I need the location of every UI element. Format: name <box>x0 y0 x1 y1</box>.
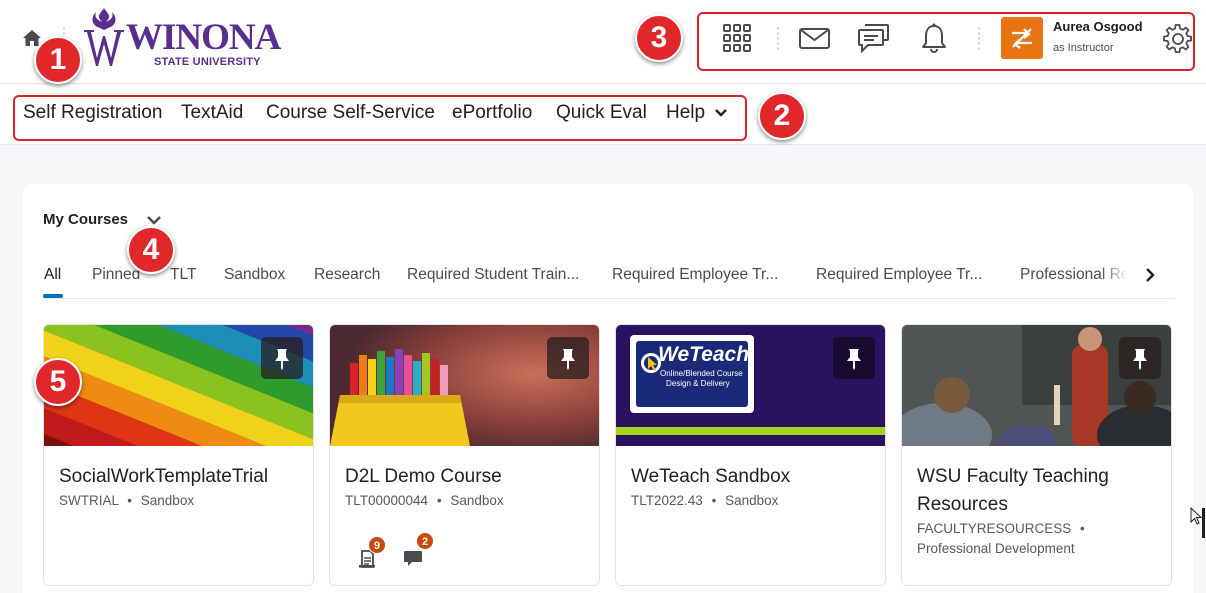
tab-research[interactable]: Research <box>314 266 380 284</box>
chevron-down-icon[interactable] <box>146 214 162 226</box>
bell-icon[interactable] <box>920 23 948 54</box>
pin-icon <box>561 349 575 370</box>
pin-button[interactable] <box>261 337 303 379</box>
assignments-count-badge: 9 <box>368 536 386 554</box>
nav-self-registration[interactable]: Self Registration <box>23 102 162 124</box>
course-code: TLT2022.43 <box>631 493 703 508</box>
meta-separator: • <box>1080 521 1085 536</box>
course-semester: Sandbox <box>140 493 195 508</box>
tab-required-employee-training-1[interactable]: Required Employee Tr... <box>612 266 778 284</box>
pin-button[interactable] <box>547 337 589 379</box>
nav-eportfolio[interactable]: ePortfolio <box>452 102 532 124</box>
nav-help-label: Help <box>666 102 706 123</box>
tab-tlt[interactable]: TLT <box>170 266 196 284</box>
tab-all[interactable]: All <box>44 266 61 284</box>
tab-required-employee-training-2[interactable]: Required Employee Tr... <box>816 266 982 284</box>
user-role: as Instructor <box>1053 42 1114 54</box>
course-code: TLT00000044 <box>345 493 429 508</box>
meta-separator: • <box>127 493 133 508</box>
tab-pinned[interactable]: Pinned <box>92 266 140 284</box>
course-card[interactable]: WeTeach Online/Blended Course Design & D… <box>615 324 886 586</box>
course-name[interactable]: SocialWorkTemplateTrial <box>59 463 304 491</box>
course-meta: TLT00000044 • Sandbox <box>345 491 590 511</box>
active-tab-indicator <box>43 294 63 298</box>
pin-icon <box>847 349 861 370</box>
tab-professional[interactable]: Professional Re <box>1020 266 1128 284</box>
user-name[interactable]: Aurea Osgood <box>1053 19 1143 34</box>
callout-4: 4 <box>127 226 175 274</box>
user-avatar[interactable] <box>1001 17 1043 59</box>
course-card[interactable]: SocialWorkTemplateTrial SWTRIAL • Sandbo… <box>43 324 314 586</box>
meta-separator: • <box>436 493 442 508</box>
discussions-icon[interactable] <box>403 549 425 567</box>
scrollbar-thumb[interactable] <box>1202 508 1205 538</box>
course-semester: Sandbox <box>725 493 779 508</box>
chevron-right-icon[interactable] <box>1141 266 1159 284</box>
winona-crest-icon <box>84 8 124 66</box>
callout-5: 5 <box>34 358 82 406</box>
course-code: SWTRIAL <box>59 493 119 508</box>
nav-course-self-service[interactable]: Course Self-Service <box>266 102 435 124</box>
tab-required-student-training[interactable]: Required Student Train... <box>407 266 579 284</box>
my-courses-widget: My Courses All Pinned TLT Sandbox Resear… <box>23 184 1193 593</box>
course-image-weteach[interactable]: WeTeach Online/Blended Course Design & D… <box>616 325 885 446</box>
course-card[interactable]: D2L Demo Course TLT00000044 • Sandbox 9 … <box>329 324 600 586</box>
meta-separator: • <box>711 493 717 508</box>
role-switch-icon <box>1012 28 1032 49</box>
pin-icon <box>1133 349 1147 370</box>
weteach-image-line2: Design & Delivery <box>666 379 730 388</box>
tabs-divider <box>43 298 1175 299</box>
callout-2: 2 <box>758 92 806 140</box>
logo-wordmark: WINONA <box>126 17 281 58</box>
weteach-image-title: WeTeach <box>658 343 750 366</box>
course-image-classroom[interactable] <box>902 325 1171 446</box>
nav-textaid[interactable]: TextAid <box>181 102 243 124</box>
nav-help[interactable]: Help <box>666 102 728 124</box>
nav-quick-eval[interactable]: Quick Eval <box>556 102 647 124</box>
logo-subtitle: STATE UNIVERSITY <box>154 56 261 68</box>
callout-3: 3 <box>635 14 683 62</box>
pin-button[interactable] <box>1119 337 1161 379</box>
chevron-down-icon <box>715 109 728 117</box>
course-image-pencils[interactable] <box>44 325 313 446</box>
header-divider <box>777 26 779 52</box>
callout-1: 1 <box>34 36 82 84</box>
widget-title: My Courses <box>43 211 129 228</box>
gear-icon[interactable] <box>1163 24 1193 54</box>
navigation-bar: Self Registration TextAid Course Self-Se… <box>0 85 1206 145</box>
waffle-menu-icon[interactable] <box>723 24 751 52</box>
pin-icon <box>275 349 289 370</box>
top-header: WINONA STATE UNIVERSITY Aurea Osgood as … <box>0 0 1206 84</box>
course-meta: TLT2022.43 • Sandbox <box>631 491 876 511</box>
course-card[interactable]: WSU Faculty Teaching Resources FACULTYRE… <box>901 324 1172 586</box>
course-meta: SWTRIAL • Sandbox <box>59 491 304 511</box>
course-name[interactable]: WSU Faculty Teaching Resources <box>917 463 1162 519</box>
course-semester: Sandbox <box>450 493 504 508</box>
header-divider <box>978 26 980 52</box>
weteach-image-line1: Online/Blended Course <box>660 369 743 378</box>
course-name[interactable]: WeTeach Sandbox <box>631 463 876 491</box>
course-image-crayons[interactable] <box>330 325 599 446</box>
course-meta: FACULTYRESOURCESS • Professional Develop… <box>917 519 1162 559</box>
mouse-cursor-icon <box>1190 507 1202 525</box>
chat-icon[interactable] <box>858 24 889 53</box>
course-name[interactable]: D2L Demo Course <box>345 463 590 491</box>
course-semester: Professional Development <box>917 541 1075 556</box>
mail-icon[interactable] <box>799 28 830 49</box>
pin-button[interactable] <box>833 337 875 379</box>
tab-sandbox[interactable]: Sandbox <box>224 266 285 284</box>
winona-logo[interactable]: WINONA STATE UNIVERSITY <box>80 8 281 70</box>
course-code: FACULTYRESOURCESS <box>917 521 1072 536</box>
discussions-count-badge: 2 <box>416 532 434 550</box>
